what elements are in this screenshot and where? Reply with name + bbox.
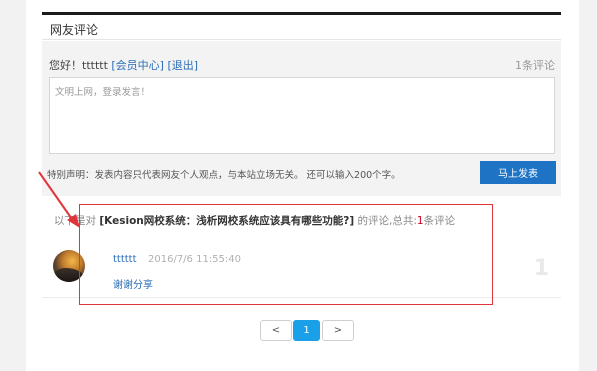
prev-page-button[interactable]: < [260, 320, 292, 341]
member-center-link[interactable]: [会员中心] [111, 59, 164, 72]
comment-username[interactable]: tttttt [113, 254, 137, 265]
page-1-button[interactable]: 1 [293, 320, 320, 341]
comment-text: 谢谢分享 [113, 280, 153, 291]
next-page-button[interactable]: > [322, 320, 354, 341]
section-title: 网友评论 [50, 23, 99, 37]
comment-form-panel: 您好！tttttt [会员中心] [退出] 1条评论 特别声明：发表内容只代表网… [42, 41, 561, 196]
total-comment-count: 1 [416, 215, 424, 227]
intro-prefix: 以下是对 [54, 215, 96, 227]
floor-number: 1 [533, 256, 549, 281]
greeting: 您好！tttttt [会员中心] [退出] [49, 57, 198, 73]
intro-suffix: 条评论 [423, 215, 456, 227]
logout-link[interactable]: [退出] [167, 59, 198, 72]
intro-middle: 的评论,总共: [357, 215, 417, 227]
article-title: [Kesion网校系统：浅析网校系统应该具有哪些功能?] [99, 215, 355, 227]
comment-timestamp: 2016/7/6 11:55:40 [148, 254, 242, 265]
section-header: 网友评论 [42, 15, 561, 40]
submit-comment-button[interactable]: 马上发表 [480, 161, 556, 184]
greeting-text: 您好！tttttt [49, 59, 108, 72]
comment-count: 1条评论 [515, 59, 555, 72]
comment-item: tttttt 2016/7/6 11:55:40 谢谢分享 1 [42, 238, 561, 298]
disclaimer-text: 特别声明：发表内容只代表网友个人观点，与本站立场无关。 还可以输入200个字。 [47, 170, 401, 181]
avatar[interactable] [53, 250, 85, 282]
comment-list-intro: 以下是对 [Kesion网校系统：浅析网校系统应该具有哪些功能?] 的评论,总共… [54, 213, 455, 228]
comment-textarea[interactable] [49, 77, 555, 154]
